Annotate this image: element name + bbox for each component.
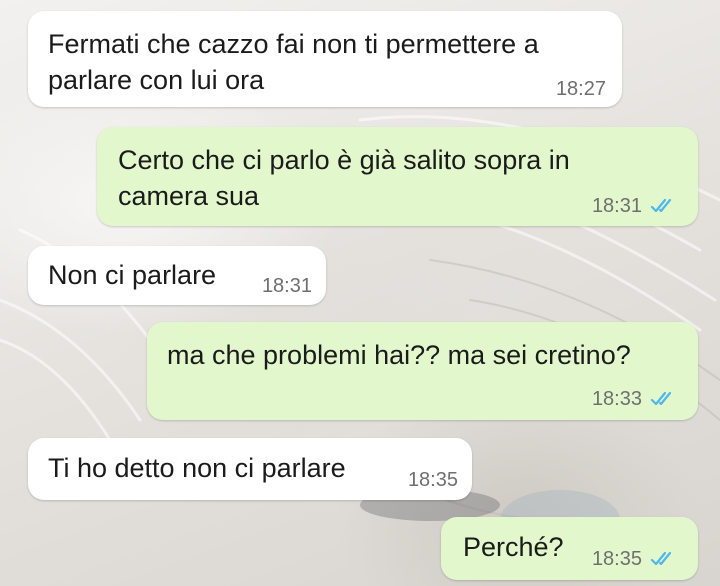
message-meta: 18:31 (592, 194, 680, 218)
message-text: Certo che ci parlo è già salito sopra in… (118, 145, 570, 211)
message-text: ma che problemi hai?? ma sei cretino? (167, 340, 631, 370)
message-bubble-outgoing[interactable]: ma che problemi hai?? ma sei cretino? 18… (147, 322, 698, 420)
message-meta: 18:35 (592, 547, 680, 571)
message-time: 18:27 (555, 78, 606, 100)
message-text: Fermati che cazzo fai non ti permettere … (48, 29, 539, 95)
message-bubble-incoming[interactable]: Non ci parlare 18:31 (28, 246, 326, 305)
message-bubble-incoming[interactable]: Ti ho detto non ci parlare 18:35 (28, 438, 472, 500)
message-bubble-incoming[interactable]: Fermati che cazzo fai non ti permettere … (28, 11, 622, 107)
double-check-read-icon (650, 551, 672, 566)
double-check-read-icon (650, 198, 672, 213)
message-list[interactable]: Fermati che cazzo fai non ti permettere … (0, 0, 720, 586)
message-time: 18:31 (591, 195, 642, 217)
message-meta: 18:31 (262, 274, 312, 298)
message-time: 18:31 (261, 275, 312, 297)
message-time: 18:33 (591, 388, 642, 410)
message-meta: 18:33 (592, 387, 680, 411)
double-check-read-icon (650, 391, 672, 406)
message-time: 18:35 (407, 469, 458, 491)
message-text: Ti ho detto non ci parlare (48, 453, 346, 483)
message-bubble-outgoing[interactable]: Perché? 18:35 (441, 517, 698, 580)
message-meta: 18:27 (556, 77, 606, 101)
message-text: Non ci parlare (48, 260, 217, 290)
message-meta: 18:35 (408, 468, 458, 492)
message-bubble-outgoing[interactable]: Certo che ci parlo è già salito sopra in… (97, 127, 698, 226)
message-time: 18:35 (591, 548, 642, 570)
message-text: Perché? (463, 532, 564, 562)
